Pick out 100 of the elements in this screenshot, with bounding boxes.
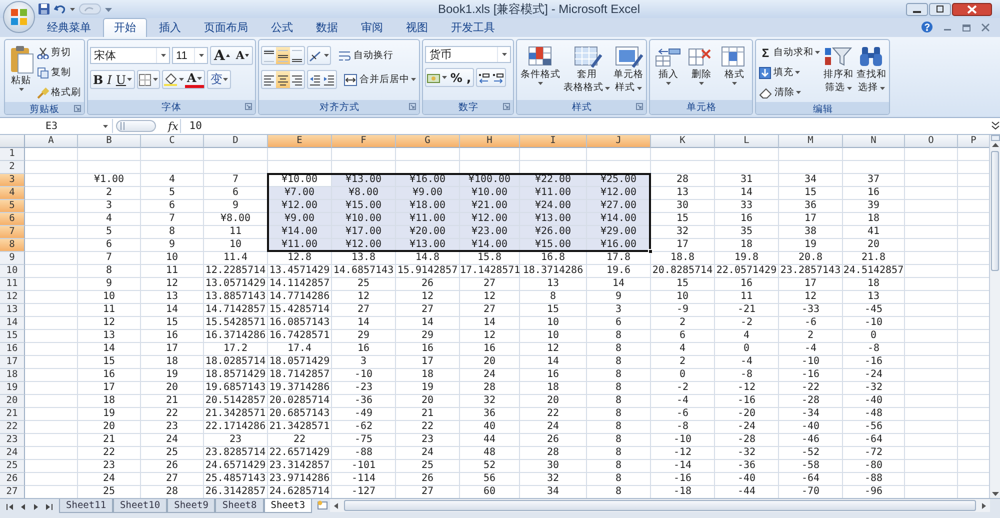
column-header[interactable]: N [843, 135, 905, 148]
ribbon-tab[interactable]: 审阅 [350, 18, 394, 37]
row-header[interactable]: 16 [0, 343, 25, 356]
row-header[interactable]: 19 [0, 382, 25, 395]
toolbar-button[interactable]: 自动换行 [337, 46, 394, 65]
dialog-launcher-icon[interactable] [636, 103, 644, 110]
ribbon-tab[interactable]: 数据 [305, 18, 349, 37]
column-header[interactable]: J [587, 135, 651, 148]
row-header[interactable]: 25 [0, 460, 25, 473]
row-header[interactable]: 24 [0, 447, 25, 460]
previous-sheet-icon[interactable] [19, 503, 27, 511]
undo-icon[interactable] [54, 3, 66, 15]
dialog-launcher-icon[interactable] [74, 105, 81, 112]
column-header[interactable]: O [905, 135, 958, 148]
ribbon-button[interactable]: 查找和 选择 [855, 43, 888, 95]
column-header[interactable]: D [204, 135, 268, 148]
font-size-field[interactable]: 11 [172, 47, 208, 64]
column-header[interactable]: M [779, 135, 843, 148]
row-header[interactable]: 6 [0, 213, 25, 226]
restore-icon[interactable] [929, 2, 951, 16]
column-header[interactable]: L [715, 135, 779, 148]
ribbon-button[interactable]: 条件格式 [519, 43, 562, 86]
formula-controls[interactable] [116, 120, 156, 132]
align-button[interactable] [276, 71, 290, 88]
row-header[interactable]: 13 [0, 304, 25, 317]
row-header[interactable]: 15 [0, 330, 25, 343]
ribbon-tab[interactable]: 开始 [103, 18, 147, 37]
column-header[interactable]: E [268, 135, 332, 148]
ribbon-tab[interactable]: 经典菜单 [36, 18, 102, 37]
ribbon-button[interactable]: 粘贴 [7, 43, 35, 92]
column-header[interactable]: B [78, 135, 141, 148]
row-header[interactable]: 17 [0, 356, 25, 369]
row-header[interactable]: 18 [0, 369, 25, 382]
align-button[interactable] [262, 47, 276, 64]
row-header[interactable]: 5 [0, 200, 25, 213]
row-header[interactable]: 1 [0, 148, 25, 161]
row-header[interactable]: 7 [0, 226, 25, 239]
column-header[interactable]: C [141, 135, 204, 148]
number-format-field[interactable]: 货币 [425, 46, 512, 63]
row-header[interactable]: 11 [0, 278, 25, 291]
ribbon-button[interactable]: 删除 [685, 43, 718, 86]
ribbon-button[interactable]: 排序和 筛选 [822, 43, 854, 95]
toolbar-button[interactable]: U [114, 71, 134, 88]
toolbar-button[interactable]: A [211, 47, 233, 64]
next-sheet-icon[interactable] [32, 503, 40, 511]
toolbar-button[interactable]: 剪切 [36, 43, 82, 62]
toolbar-button[interactable]: Σ 自动求和 [758, 43, 822, 62]
row-header[interactable]: 22 [0, 421, 25, 434]
ribbon-button[interactable]: 单元格 样式 [612, 43, 644, 95]
row-header[interactable]: 3 [0, 174, 25, 187]
toolbar-button[interactable]: , [464, 69, 474, 86]
toolbar-button[interactable]: A [232, 47, 252, 64]
insert-function-button[interactable]: fx [166, 120, 180, 132]
new-sheet-icon[interactable] [316, 500, 330, 510]
vertical-scrollbar[interactable] [989, 135, 1000, 498]
toolbar-button[interactable]: 清除 [758, 83, 822, 102]
column-header[interactable]: F [332, 135, 396, 148]
toolbar-button[interactable]: 格式刷 [36, 83, 82, 102]
sheet-tab[interactable]: Sheet9 [167, 499, 216, 513]
align-button[interactable] [276, 47, 290, 64]
expand-icon[interactable] [991, 120, 1000, 132]
minimize-icon[interactable] [906, 2, 928, 16]
customize-caret-icon[interactable] [105, 6, 112, 12]
row-header[interactable]: 14 [0, 317, 25, 330]
toolbar-button[interactable]: 复制 [36, 63, 82, 82]
toolbar-button[interactable]: 变 [208, 71, 230, 88]
row-header[interactable]: 9 [0, 252, 25, 265]
dialog-launcher-icon[interactable] [503, 103, 510, 110]
close-icon[interactable] [952, 2, 992, 16]
toolbar-button[interactable]: % [448, 69, 464, 86]
last-sheet-icon[interactable] [45, 503, 53, 511]
row-header[interactable]: 23 [0, 434, 25, 447]
sheet-tab[interactable]: Sheet3 [264, 499, 312, 513]
sheet-tab[interactable]: Sheet11 [59, 499, 114, 513]
column-header[interactable]: G [396, 135, 460, 148]
row-header[interactable]: 12 [0, 291, 25, 304]
ribbon-button[interactable]: 插入 [652, 43, 684, 86]
office-button[interactable] [3, 1, 35, 33]
row-header[interactable]: 4 [0, 187, 25, 200]
row-header[interactable]: 2 [0, 161, 25, 174]
column-header[interactable]: K [651, 135, 715, 148]
row-header[interactable]: 10 [0, 265, 25, 278]
row-header[interactable]: 8 [0, 239, 25, 252]
font-name-field[interactable]: 宋体 [90, 47, 170, 64]
sheet-tab[interactable]: Sheet10 [113, 499, 168, 513]
toolbar-button[interactable]: 填充 [758, 63, 822, 82]
help-icon[interactable] [921, 21, 933, 33]
align-button[interactable] [290, 47, 304, 64]
column-header[interactable]: A [25, 135, 78, 148]
ribbon-tab[interactable]: 页面布局 [193, 18, 259, 37]
column-header[interactable]: P [958, 135, 990, 148]
save-icon[interactable] [38, 3, 50, 15]
toolbar-button[interactable]: 合并后居中 [343, 70, 418, 89]
formula-field[interactable]: 10 [180, 119, 991, 133]
ribbon-button[interactable]: 套用 表格格式 [562, 43, 612, 95]
name-box[interactable]: E3 [0, 119, 113, 133]
ribbon-button[interactable]: 格式 [718, 43, 750, 86]
toolbar-button[interactable]: I [105, 71, 114, 88]
ribbon-tab[interactable]: 公式 [260, 18, 304, 37]
column-header[interactable]: I [520, 135, 587, 148]
